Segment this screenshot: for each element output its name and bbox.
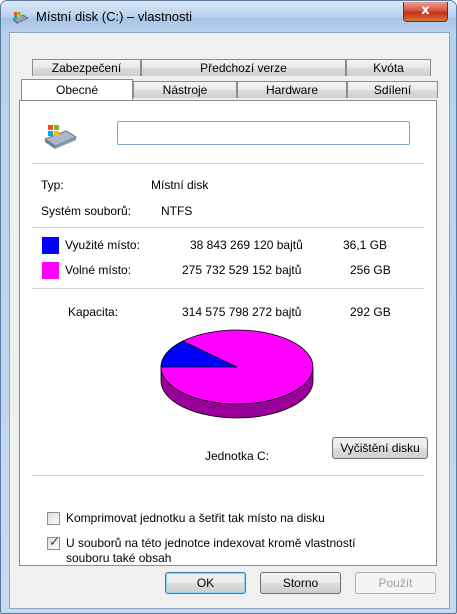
used-space-label: Využité místo:	[65, 238, 140, 252]
disk-usage-pie-chart	[160, 329, 314, 419]
index-label-line2: souboru také obsah	[66, 551, 172, 565]
checkmark-icon: ✓	[49, 535, 60, 550]
dialog-client-area: Zabezpečení Předchozí verze Kvóta Obecné…	[9, 32, 450, 609]
title-bar[interactable]: Místní disk (C:) – vlastnosti x	[1, 1, 456, 33]
free-space-swatch	[42, 262, 59, 279]
used-space-bytes: 38 843 269 120 bajtů	[190, 238, 303, 252]
apply-button[interactable]: Použít	[355, 572, 436, 594]
separator	[32, 288, 424, 289]
apply-button-label: Použít	[378, 576, 413, 590]
tab-hardware[interactable]: Hardware	[237, 81, 347, 98]
separator	[32, 475, 424, 476]
filesystem-label: Systém souborů:	[41, 204, 132, 218]
ok-button[interactable]: OK	[165, 572, 246, 594]
window-title: Místní disk (C:) – vlastnosti	[36, 9, 193, 24]
index-checkbox[interactable]: ✓	[47, 535, 60, 550]
type-label: Typ:	[41, 178, 64, 192]
drive-name-input[interactable]	[117, 121, 410, 145]
tab-predchozi-verze[interactable]: Předchozí verze	[141, 59, 346, 76]
tab-strip: Zabezpečení Předchozí verze Kvóta Obecné…	[10, 33, 449, 103]
capacity-label: Kapacita:	[68, 305, 119, 319]
separator	[32, 163, 424, 164]
used-space-swatch	[42, 237, 59, 254]
close-icon: x	[421, 3, 430, 18]
tab-sdileni[interactable]: Sdílení	[347, 81, 438, 98]
index-label-line1: U souborů na této jednotce indexovat kro…	[66, 536, 356, 550]
separator	[32, 227, 424, 228]
used-space-size: 36,1 GB	[343, 238, 388, 252]
drive-letter-label: Jednotka C:	[205, 449, 270, 463]
free-space-size: 256 GB	[350, 263, 391, 277]
capacity-bytes: 314 575 798 272 bajtů	[182, 305, 302, 319]
general-tab-panel: Typ: Místní disk Systém souborů: NTFS Vy…	[19, 100, 437, 566]
type-value: Místní disk	[151, 178, 209, 192]
compress-label: Komprimovat jednotku a šetřit tak místo …	[66, 511, 325, 525]
cancel-button-label: Storno	[282, 576, 319, 590]
tab-zabezpeceni[interactable]: Zabezpečení	[32, 59, 141, 76]
close-button[interactable]: x	[403, 2, 448, 22]
properties-window: Místní disk (C:) – vlastnosti x Zabezpeč…	[0, 0, 457, 614]
tab-obecne[interactable]: Obecné	[21, 79, 133, 100]
compress-checkbox[interactable]	[47, 512, 60, 525]
disk-cleanup-button[interactable]: Vyčištění disku	[332, 437, 428, 459]
cancel-button[interactable]: Storno	[260, 572, 341, 594]
ok-button-label: OK	[196, 576, 215, 590]
drive-icon	[44, 125, 77, 149]
free-space-bytes: 275 732 529 152 bajtů	[182, 263, 302, 277]
tab-nastroje[interactable]: Nástroje	[133, 81, 237, 98]
drive-icon	[12, 12, 29, 25]
disk-cleanup-button-label: Vyčištění disku	[340, 441, 420, 455]
capacity-size: 292 GB	[350, 305, 391, 319]
free-space-label: Volné místo:	[65, 263, 132, 277]
tab-kvota[interactable]: Kvóta	[346, 59, 431, 76]
filesystem-value: NTFS	[161, 204, 193, 218]
